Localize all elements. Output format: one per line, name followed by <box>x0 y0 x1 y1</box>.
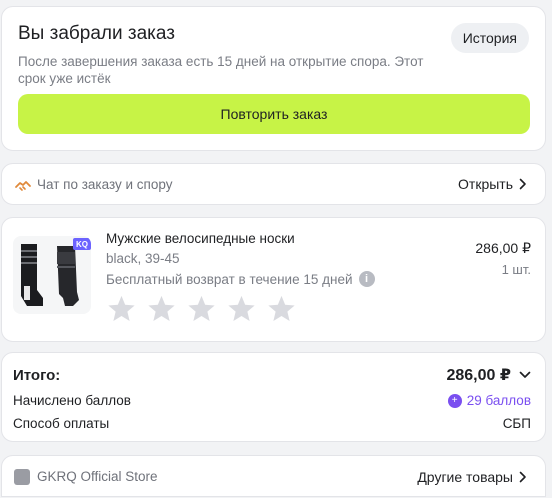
image-badge: KQ <box>76 240 88 249</box>
total-label: Итого: <box>13 367 61 384</box>
return-note-text: Бесплатный возврат в течение 15 дней <box>106 271 353 287</box>
product-variant: black, 39-45 <box>106 251 180 266</box>
other-products-label: Другие товары <box>417 469 513 485</box>
handshake-icon <box>15 181 31 191</box>
product-name[interactable]: Мужские велосипедные носки <box>106 231 295 246</box>
points-value[interactable]: + 29 баллов <box>447 393 531 408</box>
socks-image: KQ <box>21 238 91 306</box>
status-title: Вы забрали заказ <box>18 23 175 44</box>
total-value: 286,00 ₽ <box>446 367 511 384</box>
store-name: GKRQ Official Store <box>37 469 158 484</box>
store-card[interactable]: GKRQ Official Store Другие товары <box>1 455 546 497</box>
points-icon: + <box>447 393 462 408</box>
product-image[interactable]: KQ <box>13 236 91 314</box>
chevron-down-icon <box>519 371 531 378</box>
rating-stars[interactable] <box>106 294 297 324</box>
product-card: KQ Мужские велосипедные носки black, 39-… <box>1 217 546 342</box>
total-toggle[interactable]: 286,00 ₽ <box>446 365 531 385</box>
chevron-right-icon <box>519 178 526 190</box>
product-quantity: 1 шт. <box>501 262 531 277</box>
chat-label: Чат по заказу и спору <box>37 177 173 192</box>
star-icon[interactable] <box>106 294 137 324</box>
star-icon[interactable] <box>146 294 177 324</box>
star-icon[interactable] <box>186 294 217 324</box>
star-icon[interactable] <box>266 294 297 324</box>
store-icon <box>14 469 30 485</box>
return-note: Бесплатный возврат в течение 15 дней i <box>106 271 375 287</box>
points-amount: 29 баллов <box>466 393 531 408</box>
info-icon[interactable]: i <box>358 271 375 287</box>
chat-card[interactable]: Чат по заказу и спору Открыть <box>1 163 546 205</box>
status-description: После завершения заказа есть 15 дней на … <box>18 54 424 86</box>
points-label: Начислено баллов <box>13 393 131 408</box>
order-status-card: Вы забрали заказ После завершения заказа… <box>1 6 546 151</box>
product-price: 286,00 ₽ <box>475 240 531 256</box>
repeat-order-button[interactable]: Повторить заказ <box>18 94 530 134</box>
payment-label: Способ оплаты <box>13 416 110 431</box>
open-chat-link[interactable]: Открыть <box>458 176 527 192</box>
other-products-link[interactable]: Другие товары <box>417 469 527 485</box>
open-chat-label: Открыть <box>458 176 513 192</box>
history-button[interactable]: История <box>450 23 529 53</box>
star-icon[interactable] <box>226 294 257 324</box>
payment-value: СБП <box>502 416 531 431</box>
chevron-right-icon <box>519 471 526 483</box>
totals-card: Итого: 286,00 ₽ Начислено баллов + 29 ба… <box>1 352 546 442</box>
